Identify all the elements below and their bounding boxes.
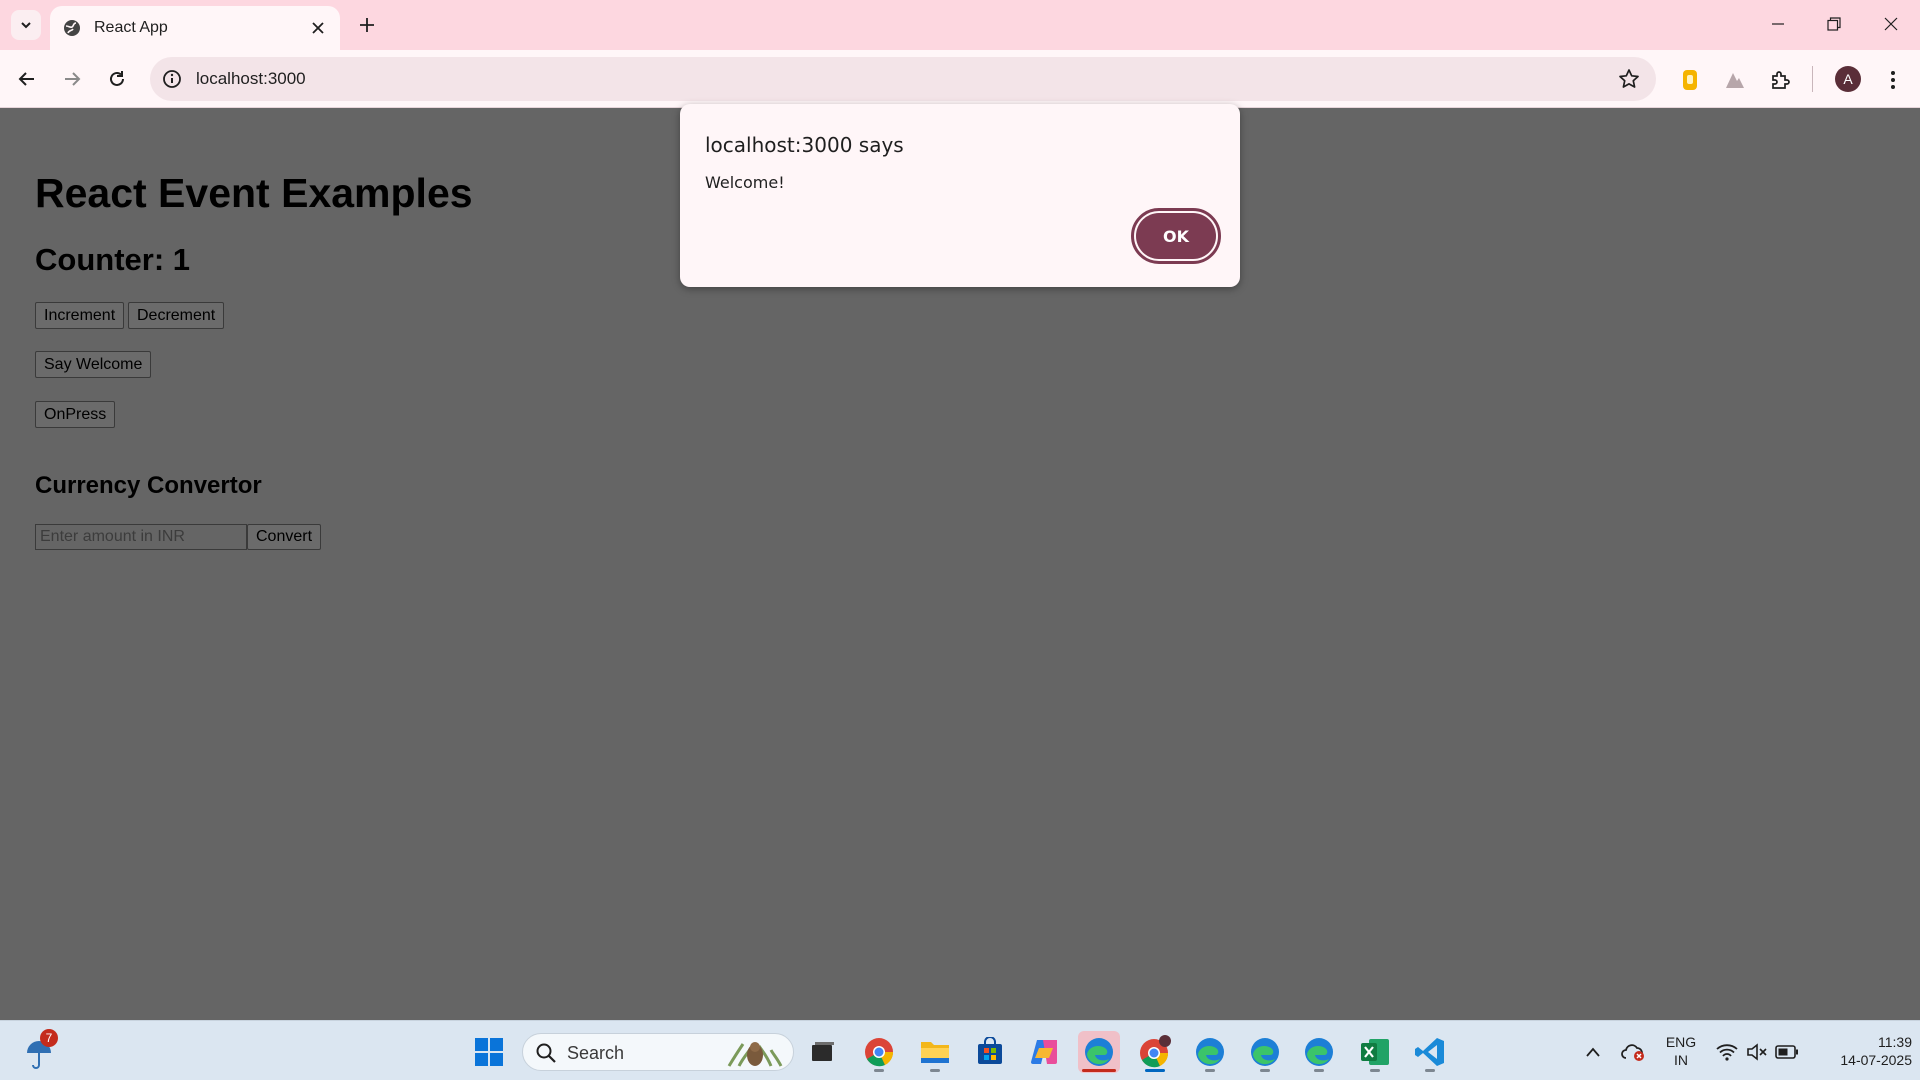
- clock[interactable]: 11:39 14-07-2025: [1812, 1033, 1912, 1069]
- arrow-right-icon: [65, 72, 81, 86]
- onpress-button[interactable]: OnPress: [35, 401, 116, 428]
- show-hidden-icons-button[interactable]: [1572, 1031, 1614, 1073]
- arrow-left-icon: [18, 72, 34, 86]
- language-top: ENG: [1665, 1034, 1697, 1050]
- edge-icon: [1085, 1038, 1113, 1066]
- toolbar-divider: [1812, 66, 1813, 92]
- decrement-button[interactable]: Decrement: [128, 302, 225, 329]
- taskbar-search[interactable]: Search: [522, 1033, 794, 1071]
- browser-toolbar: localhost:3000: [0, 50, 1920, 108]
- onedrive-status-icon[interactable]: [1612, 1031, 1654, 1073]
- taskbar-chrome-profile[interactable]: [1134, 1031, 1176, 1073]
- search-placeholder: Search: [567, 1043, 625, 1063]
- convert-button[interactable]: Convert: [247, 524, 322, 550]
- taskbar-edge-active[interactable]: [1078, 1031, 1120, 1073]
- windows-logo-icon: [475, 1038, 503, 1066]
- more-menu-icon[interactable]: [1880, 67, 1906, 93]
- chevron-down-icon: [21, 22, 31, 29]
- wifi-icon: [1716, 1044, 1738, 1061]
- minimize-icon: [1772, 23, 1784, 25]
- weather-widget[interactable]: 7: [20, 1029, 60, 1073]
- tab-title: React App: [94, 19, 168, 36]
- tab-search-button[interactable]: [11, 10, 41, 40]
- volume-muted-icon: [1747, 1043, 1767, 1061]
- taskbar-edge-3[interactable]: [1244, 1031, 1286, 1073]
- dialog-message: Welcome!: [705, 173, 785, 192]
- taskbar-copilot[interactable]: [1024, 1031, 1066, 1073]
- back-button[interactable]: [10, 62, 44, 96]
- new-tab-button[interactable]: [352, 10, 382, 40]
- taskbar-vscode[interactable]: [1409, 1031, 1451, 1073]
- chrome-icon: [865, 1038, 894, 1067]
- edge-icon: [1305, 1038, 1333, 1066]
- say-welcome-button[interactable]: Say Welcome: [35, 351, 152, 378]
- language-bottom: IN: [1674, 1052, 1688, 1068]
- taskbar-edge-2[interactable]: [1189, 1031, 1231, 1073]
- copilot-icon: [1031, 1040, 1057, 1064]
- task-view-icon: [812, 1042, 834, 1061]
- battery-icon: [1775, 1045, 1798, 1059]
- chrome-profile-icon: [1140, 1035, 1171, 1068]
- reload-icon: [110, 71, 124, 86]
- ok-button-label: OK: [1136, 213, 1216, 259]
- clock-time: 11:39: [1878, 1034, 1912, 1050]
- edge-icon: [1251, 1038, 1279, 1066]
- vscode-icon: [1415, 1038, 1444, 1066]
- profile-avatar[interactable]: A: [1835, 66, 1861, 92]
- language-indicator[interactable]: ENG IN: [1660, 1033, 1702, 1069]
- plus-icon: [360, 18, 374, 32]
- close-window-button[interactable]: [1862, 0, 1920, 48]
- reload-button[interactable]: [100, 62, 134, 96]
- notification-badge: 7: [40, 1029, 58, 1047]
- increment-button[interactable]: Increment: [35, 302, 125, 329]
- taskbar-store[interactable]: [969, 1031, 1011, 1073]
- dialog-title: localhost:3000 says: [705, 133, 904, 157]
- taskbar-chrome-1[interactable]: [858, 1031, 900, 1073]
- address-bar[interactable]: localhost:3000: [150, 57, 1656, 101]
- task-view-button[interactable]: [802, 1031, 844, 1073]
- tab-react-app[interactable]: React App: [50, 6, 340, 50]
- page-title: React Event Examples: [35, 170, 473, 216]
- site-info-icon[interactable]: [162, 69, 182, 89]
- clock-date: 14-07-2025: [1840, 1052, 1912, 1068]
- close-tab-icon[interactable]: [308, 18, 328, 38]
- battery-button[interactable]: [1766, 1031, 1808, 1073]
- alert-dialog: localhost:3000 says Welcome! OK: [680, 104, 1240, 287]
- folder-icon: [921, 1042, 949, 1063]
- taskbar: 7 Search ENG IN 11:39 14-07-2025: [0, 1020, 1920, 1080]
- forward-button[interactable]: [55, 62, 89, 96]
- bookmark-star-icon[interactable]: [1618, 68, 1640, 90]
- taskbar-excel[interactable]: [1354, 1031, 1396, 1073]
- start-button[interactable]: [468, 1031, 510, 1073]
- extension-mountain-icon[interactable]: [1722, 67, 1748, 93]
- minimize-button[interactable]: [1749, 0, 1807, 48]
- counter-label: Counter: 1: [35, 242, 190, 277]
- ok-button[interactable]: OK: [1131, 208, 1221, 264]
- extension-yellow-icon[interactable]: [1677, 67, 1703, 93]
- url-text[interactable]: localhost:3000: [196, 69, 306, 89]
- store-icon: [978, 1037, 1002, 1064]
- currency-convertor-heading: Currency Convertor: [35, 472, 262, 499]
- extensions-puzzle-icon[interactable]: [1768, 67, 1794, 93]
- excel-icon: [1361, 1039, 1389, 1065]
- restore-icon: [1827, 17, 1841, 31]
- edge-icon: [1196, 1038, 1224, 1066]
- globe-icon: [62, 18, 82, 38]
- chevron-up-icon: [1586, 1047, 1600, 1057]
- tab-strip: React App: [0, 0, 1920, 50]
- search-icon: [535, 1042, 557, 1064]
- taskbar-file-explorer[interactable]: [914, 1031, 956, 1073]
- amount-input[interactable]: [35, 524, 247, 550]
- close-icon: [1884, 17, 1898, 31]
- search-highlight-icon: [727, 1042, 783, 1067]
- restore-button[interactable]: [1805, 0, 1863, 48]
- taskbar-edge-4[interactable]: [1298, 1031, 1340, 1073]
